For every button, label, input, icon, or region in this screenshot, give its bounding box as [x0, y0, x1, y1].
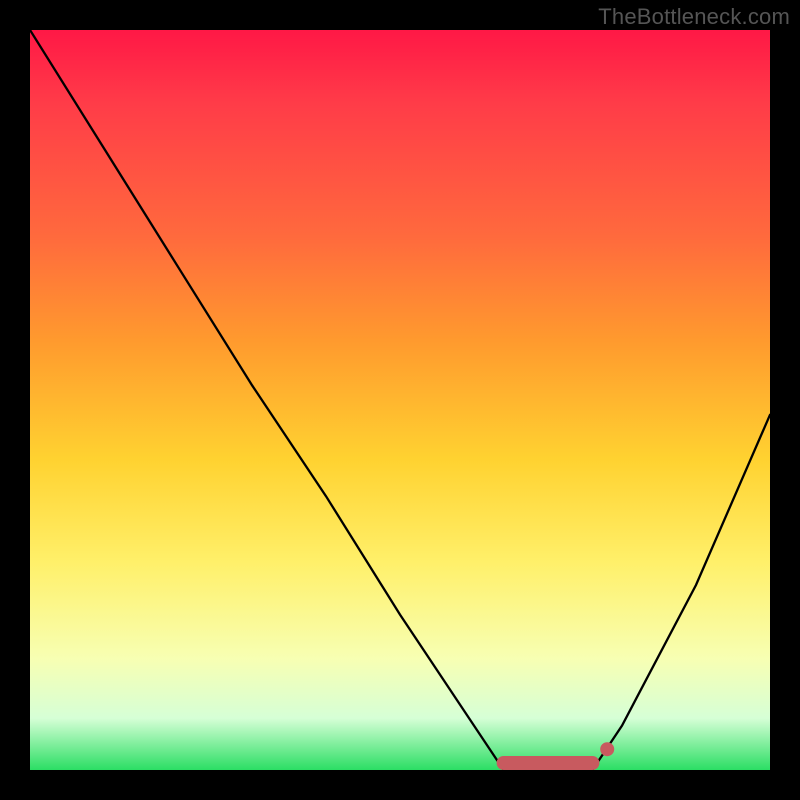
bottleneck-curve — [30, 30, 770, 770]
chart-frame: TheBottleneck.com — [0, 0, 800, 800]
plot-area — [30, 30, 770, 770]
watermark-text: TheBottleneck.com — [598, 4, 790, 30]
curve-layer — [30, 30, 770, 770]
optimal-marker-dot — [600, 742, 614, 756]
